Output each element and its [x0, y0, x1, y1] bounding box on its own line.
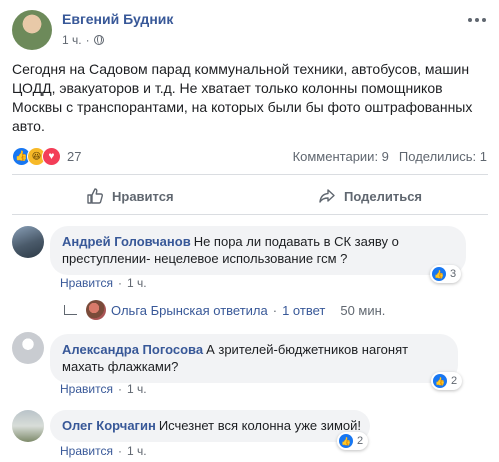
- comment-actions: Нравится · 1 ч.: [60, 382, 147, 396]
- reply-avatar: [86, 300, 106, 320]
- reply-arrow-icon: [64, 305, 77, 315]
- comment-like-link[interactable]: Нравится: [60, 382, 113, 396]
- comment-author[interactable]: Андрей Головчанов: [62, 234, 191, 249]
- comment-actions: Нравится · 1 ч.: [60, 276, 147, 290]
- comment-bubble: Андрей Головчанов Не пора ли подавать в С…: [50, 226, 466, 275]
- post-time[interactable]: 1 ч.: [62, 33, 82, 47]
- author-avatar[interactable]: [12, 10, 52, 50]
- dot-separator: ·: [117, 276, 122, 290]
- reaction-count: 27: [67, 149, 82, 164]
- comment-avatar[interactable]: [12, 332, 44, 364]
- love-reaction-icon: ♥: [42, 147, 61, 166]
- comments-count-link[interactable]: Комментарии: 9: [293, 149, 389, 164]
- dot-separator: ·: [272, 302, 278, 318]
- share-button-label: Поделиться: [344, 188, 423, 204]
- thumbs-up-icon: [87, 188, 103, 204]
- reply-author-text: Ольга Брынская ответила: [111, 302, 268, 318]
- comment-avatar[interactable]: [12, 226, 44, 258]
- post-author-name[interactable]: Евгений Будник: [62, 11, 173, 27]
- comment-reactions[interactable]: 👍 3: [430, 265, 462, 283]
- comment-reactions[interactable]: 👍 2: [431, 372, 463, 390]
- like-reaction-icon: 👍: [433, 374, 447, 388]
- reply-count: 1 ответ: [282, 302, 326, 318]
- dot-icon: [482, 18, 486, 22]
- like-reaction-icon: 👍: [339, 434, 353, 448]
- globe-icon: [93, 35, 104, 45]
- post-text: Сегодня на Садовом парад коммунальной те…: [12, 61, 473, 134]
- dot-icon: [475, 18, 479, 22]
- shares-count-link[interactable]: Поделились: 1: [399, 149, 487, 164]
- more-options-button[interactable]: [466, 13, 488, 27]
- comment-bubble: Александра Погосова А зрителей-бюджетнико…: [50, 334, 458, 383]
- like-button[interactable]: Нравится: [86, 182, 174, 210]
- comment-like-link[interactable]: Нравится: [60, 276, 113, 290]
- comment-actions: Нравится · 1 ч.: [60, 444, 147, 458]
- comment-reaction-count: 2: [451, 375, 458, 387]
- dot-separator: ·: [117, 444, 122, 458]
- comment-time[interactable]: 1 ч.: [127, 382, 147, 396]
- comment-bubble: Олег Корчагин Исчезнет вся колонна уже зи…: [50, 410, 370, 442]
- like-reaction-icon: 👍: [432, 267, 446, 281]
- comment-author[interactable]: Александра Погосова: [62, 342, 203, 357]
- reactions-summary[interactable]: 👍 😆 ♥ 27: [12, 147, 81, 166]
- comment-reaction-count: 3: [450, 268, 457, 280]
- like-button-label: Нравится: [112, 188, 174, 204]
- dot-icon: [468, 18, 472, 22]
- comment-reactions[interactable]: 👍 2: [337, 432, 369, 450]
- comment-text: Исчезнет вся колонна уже зимой!: [158, 418, 362, 433]
- comment-avatar[interactable]: [12, 410, 44, 442]
- comment-time[interactable]: 1 ч.: [127, 276, 147, 290]
- comment-author[interactable]: Олег Корчагин: [62, 418, 156, 433]
- comment-reaction-count: 2: [357, 435, 364, 447]
- reply-time: 50 мин.: [340, 302, 386, 318]
- comment-time[interactable]: 1 ч.: [127, 444, 147, 458]
- divider: [12, 174, 488, 175]
- dot-separator: ·: [85, 33, 90, 47]
- share-arrow-icon: [319, 189, 335, 203]
- dot-separator: ·: [117, 382, 122, 396]
- post-meta: 1 ч. ·: [62, 33, 104, 47]
- post-stats: Комментарии: 9 Поделились: 1: [293, 149, 487, 164]
- comment-like-link[interactable]: Нравится: [60, 444, 113, 458]
- share-button[interactable]: Поделиться: [318, 182, 422, 210]
- divider: [12, 214, 488, 215]
- view-replies-link[interactable]: Ольга Брынская ответила · 1 ответ 50 мин…: [64, 300, 385, 320]
